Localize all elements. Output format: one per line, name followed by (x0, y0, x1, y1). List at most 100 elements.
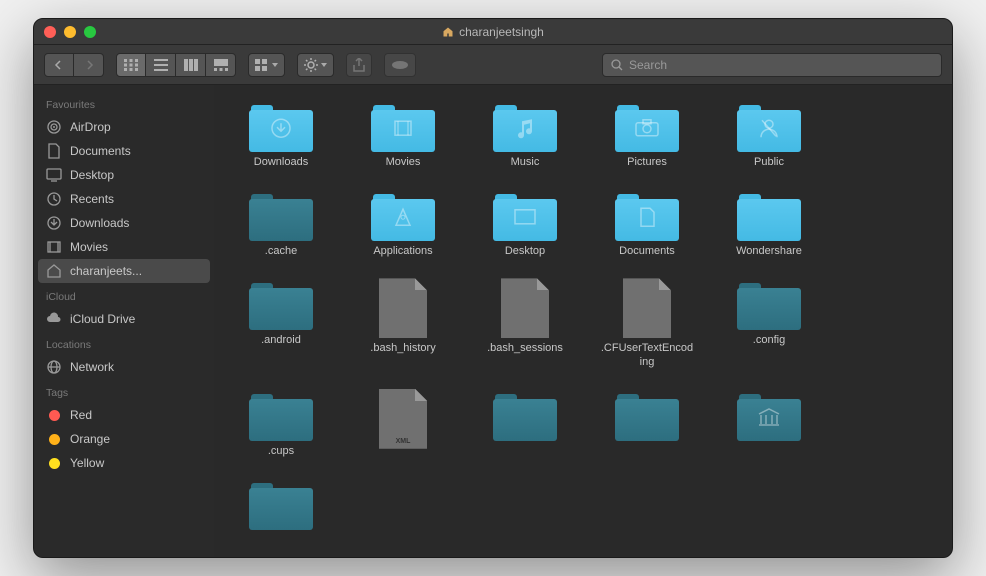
content-area[interactable]: Downloads Movies Music Pictures Public .cache… (214, 85, 952, 557)
sidebar-item[interactable]: Red (34, 403, 214, 427)
tag-icon (46, 407, 62, 423)
item-label: .bash_history (370, 342, 435, 355)
home-icon (442, 26, 454, 38)
item-label: Documents (619, 245, 675, 258)
close-button[interactable] (44, 26, 56, 38)
airdrop-icon (46, 119, 62, 135)
sidebar-item-label: iCloud Drive (70, 312, 135, 326)
item-label: Movies (386, 156, 421, 169)
action-button[interactable] (297, 53, 334, 77)
file-item[interactable]: XML (356, 389, 450, 458)
folder-item[interactable]: Movies (356, 100, 450, 169)
folder-item[interactable]: .android (234, 278, 328, 368)
item-label: .config (753, 334, 785, 347)
folder-icon (615, 189, 679, 241)
network-icon (46, 359, 62, 375)
file-item[interactable]: .bash_sessions (478, 278, 572, 368)
sidebar-item-label: Desktop (70, 168, 114, 182)
item-label: .cache (265, 245, 297, 258)
nav-buttons (44, 53, 104, 77)
sidebar-item[interactable]: Network (34, 355, 214, 379)
list-view-button[interactable] (146, 53, 176, 77)
sidebar-item-label: charanjeets... (70, 264, 142, 278)
folder-item[interactable]: .cups (234, 389, 328, 458)
desktop-icon (46, 167, 62, 183)
tag-icon (46, 431, 62, 447)
folder-item[interactable]: Desktop (478, 189, 572, 258)
finder-window: charanjeetsingh Favourites AirDrop Documen… (33, 18, 953, 558)
sidebar-item-label: Recents (70, 192, 114, 206)
item-label: Applications (373, 245, 432, 258)
folder-icon (737, 189, 801, 241)
file-icon (623, 278, 671, 338)
search-field[interactable] (602, 53, 942, 77)
file-icon: XML (379, 389, 427, 449)
folder-icon (493, 389, 557, 441)
item-label: Wondershare (736, 245, 802, 258)
titlebar: charanjeetsingh (34, 19, 952, 45)
item-label: Pictures (627, 156, 667, 169)
folder-icon (737, 100, 801, 152)
group-button[interactable] (248, 53, 285, 77)
sidebar-item[interactable]: Downloads (34, 211, 214, 235)
folder-icon (249, 189, 313, 241)
forward-button[interactable] (74, 53, 104, 77)
title-text: charanjeetsingh (459, 25, 544, 39)
folder-item[interactable] (722, 389, 816, 458)
sidebar-item[interactable]: Documents (34, 139, 214, 163)
folder-item[interactable] (478, 389, 572, 458)
movies-icon (46, 239, 62, 255)
sidebar-item[interactable]: Movies (34, 235, 214, 259)
folder-item[interactable] (600, 389, 694, 458)
folder-icon (249, 278, 313, 330)
folder-item[interactable]: Wondershare (722, 189, 816, 258)
folder-item[interactable]: Downloads (234, 100, 328, 169)
sidebar-section-title: Favourites (34, 91, 214, 115)
icon-view-button[interactable] (116, 53, 146, 77)
file-item[interactable]: .CFUserTextEncoding (600, 278, 694, 368)
folder-item[interactable] (234, 478, 328, 534)
folder-item[interactable]: Pictures (600, 100, 694, 169)
sidebar-item[interactable]: iCloud Drive (34, 307, 214, 331)
maximize-button[interactable] (84, 26, 96, 38)
sidebar-item-label: Movies (70, 240, 108, 254)
sidebar-item[interactable]: Recents (34, 187, 214, 211)
documents-icon (46, 143, 62, 159)
item-label: Public (754, 156, 784, 169)
sidebar-item-label: AirDrop (70, 120, 111, 134)
folder-icon (249, 100, 313, 152)
file-icon (379, 278, 427, 338)
minimize-button[interactable] (64, 26, 76, 38)
folder-icon (493, 189, 557, 241)
item-grid: Downloads Movies Music Pictures Public .cache… (234, 100, 932, 534)
folder-item[interactable]: Documents (600, 189, 694, 258)
sidebar-section-title: Tags (34, 379, 214, 403)
folder-item[interactable]: Music (478, 100, 572, 169)
gallery-view-button[interactable] (206, 53, 236, 77)
back-button[interactable] (44, 53, 74, 77)
sidebar-item[interactable]: Desktop (34, 163, 214, 187)
folder-item[interactable]: .config (722, 278, 816, 368)
search-input[interactable] (629, 58, 933, 72)
item-label: Music (511, 156, 540, 169)
traffic-lights (44, 26, 96, 38)
sidebar-item[interactable]: Orange (34, 427, 214, 451)
item-label: .cups (268, 445, 294, 458)
folder-item[interactable]: Applications (356, 189, 450, 258)
sidebar-item[interactable]: charanjeets... (38, 259, 210, 283)
folder-item[interactable]: Public (722, 100, 816, 169)
share-button[interactable] (346, 53, 372, 77)
sidebar-section-title: iCloud (34, 283, 214, 307)
folder-icon (371, 189, 435, 241)
sidebar-item[interactable]: Yellow (34, 451, 214, 475)
sidebar-item[interactable]: AirDrop (34, 115, 214, 139)
folder-icon (249, 478, 313, 530)
column-view-button[interactable] (176, 53, 206, 77)
sidebar-item-label: Orange (70, 432, 110, 446)
folder-icon (493, 100, 557, 152)
folder-icon (737, 278, 801, 330)
sidebar-item-label: Red (70, 408, 92, 422)
tags-button[interactable] (384, 53, 416, 77)
file-item[interactable]: .bash_history (356, 278, 450, 368)
folder-item[interactable]: .cache (234, 189, 328, 258)
